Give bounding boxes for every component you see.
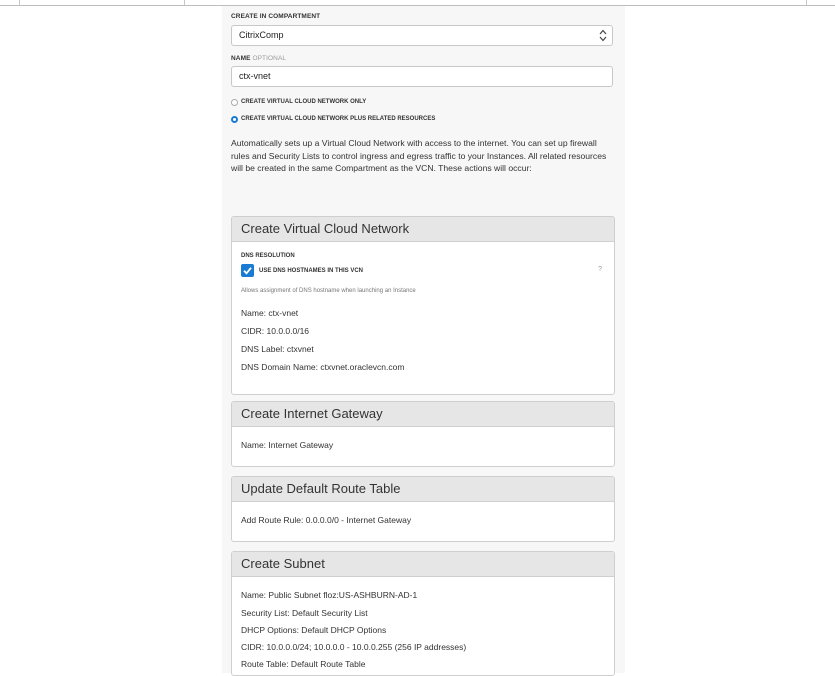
radio-unchecked-icon[interactable] [231,98,238,106]
radio-checked-icon[interactable] [231,115,238,123]
compartment-select[interactable]: CitrixComp [231,25,613,46]
divider-tick [806,0,807,5]
select-updown-icon [599,29,607,42]
name-label: NAME OPTIONAL [231,55,286,62]
dns-hint-text: Allows assignment of DNS hostname when l… [241,288,416,294]
subnet-card: Create Subnet Name: Public Subnet floz:U… [231,551,615,676]
name-value: ctx-vnet [239,71,271,81]
internet-gateway-card: Create Internet Gateway Name: Internet G… [231,401,615,467]
vcn-dns-domain: DNS Domain Name: ctxvnet.oraclevcn.com [241,362,405,372]
description-text: Automatically sets up a Virtual Cloud Ne… [231,138,607,173]
radio-vcn-plus-label: CREATE VIRTUAL CLOUD NETWORK PLUS RELATE… [241,116,436,122]
compartment-value: CitrixComp [239,30,284,40]
subnet-dhcp: DHCP Options: Default DHCP Options [241,625,387,635]
optional-tag: OPTIONAL [252,55,287,62]
dns-resolution-label: DNS RESOLUTION [241,253,295,259]
vcn-card: Create Virtual Cloud Network DNS RESOLUT… [231,216,615,395]
radio-vcn-only[interactable]: CREATE VIRTUAL CLOUD NETWORK ONLY [231,97,366,107]
route-card-title: Update Default Route Table [232,477,614,502]
name-label-text: NAME [231,55,251,62]
dns-checkbox-label: USE DNS HOSTNAMES IN THIS VCN [259,268,364,274]
igw-name: Name: Internet Gateway [241,440,334,450]
divider-tick [19,0,20,5]
route-table-card: Update Default Route Table Add Route Rul… [231,476,615,542]
create-vcn-form: CREATE IN COMPARTMENT CitrixComp NAME OP… [222,6,625,676]
subnet-route-table: Route Table: Default Route Table [241,659,366,669]
radio-vcn-plus-resources[interactable]: CREATE VIRTUAL CLOUD NETWORK PLUS RELATE… [231,114,435,124]
subnet-name: Name: Public Subnet floz:US-ASHBURN-AD-1 [241,590,418,600]
dns-hostnames-checkbox[interactable] [241,264,254,277]
check-icon [243,267,252,275]
subnet-card-title: Create Subnet [232,552,614,577]
subnet-security-list: Security List: Default Security List [241,608,368,618]
radio-vcn-only-label: CREATE VIRTUAL CLOUD NETWORK ONLY [241,99,367,105]
subnet-cidr: CIDR: 10.0.0.0/24; 10.0.0.0 - 10.0.0.255… [241,642,467,652]
divider-tick [184,0,185,5]
help-icon[interactable]: ? [598,266,602,273]
vcn-cidr: CIDR: 10.0.0.0/16 [241,326,310,336]
vcn-card-title: Create Virtual Cloud Network [232,217,614,242]
name-input[interactable]: ctx-vnet [231,66,613,87]
compartment-label: CREATE IN COMPARTMENT [231,13,321,20]
igw-card-title: Create Internet Gateway [232,402,614,427]
route-rule: Add Route Rule: 0.0.0.0/0 - Internet Gat… [241,515,412,525]
vcn-name: Name: ctx-vnet [241,308,299,318]
vcn-dns-label: DNS Label: ctxvnet [241,344,314,354]
